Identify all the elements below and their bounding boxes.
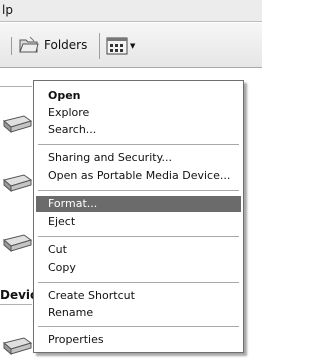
menu-item-cut[interactable]: Cut bbox=[36, 242, 241, 258]
views-button[interactable]: ▼ bbox=[106, 35, 140, 57]
menu-separator bbox=[38, 282, 239, 283]
folders-button[interactable]: Folders bbox=[18, 32, 92, 58]
menu-separator bbox=[38, 236, 239, 237]
menu-item-open[interactable]: Open bbox=[36, 88, 241, 104]
menu-item-rename[interactable]: Rename bbox=[36, 305, 241, 321]
menu-separator bbox=[38, 326, 239, 327]
folders-label: Folders bbox=[44, 38, 88, 52]
menu-separator bbox=[38, 190, 239, 191]
menu-item-explore[interactable]: Explore bbox=[36, 105, 241, 121]
menu-item-search[interactable]: Search... bbox=[36, 122, 241, 138]
views-icon bbox=[106, 37, 128, 55]
drive-icon[interactable] bbox=[2, 113, 32, 135]
menu-item-properties[interactable]: Properties bbox=[36, 332, 241, 348]
toolbar-partial-button[interactable] bbox=[0, 37, 12, 55]
group-divider bbox=[0, 304, 32, 305]
drive-icon[interactable] bbox=[2, 232, 32, 254]
toolbar: Folders ▼ bbox=[0, 23, 262, 68]
toolbar-separator bbox=[99, 33, 100, 59]
folders-icon bbox=[19, 36, 39, 53]
menu-item-sharing-security[interactable]: Sharing and Security... bbox=[36, 150, 241, 166]
menu-item-create-shortcut[interactable]: Create Shortcut bbox=[36, 288, 241, 304]
group-divider bbox=[0, 86, 32, 87]
menu-help[interactable]: lp bbox=[2, 3, 13, 17]
menu-separator bbox=[38, 144, 239, 145]
menu-item-eject[interactable]: Eject bbox=[36, 214, 241, 230]
device-icon[interactable] bbox=[2, 335, 32, 357]
drive-icon[interactable] bbox=[2, 172, 32, 194]
section-header: Devic bbox=[0, 288, 38, 302]
menu-bar: lp bbox=[0, 0, 262, 22]
menu-item-format[interactable]: Format... bbox=[36, 196, 241, 212]
menu-item-copy[interactable]: Copy bbox=[36, 260, 241, 276]
menu-item-open-portable-media[interactable]: Open as Portable Media Device... bbox=[36, 168, 241, 184]
chevron-down-icon: ▼ bbox=[130, 42, 136, 50]
context-menu: Open Explore Search... Sharing and Secur… bbox=[33, 80, 244, 353]
